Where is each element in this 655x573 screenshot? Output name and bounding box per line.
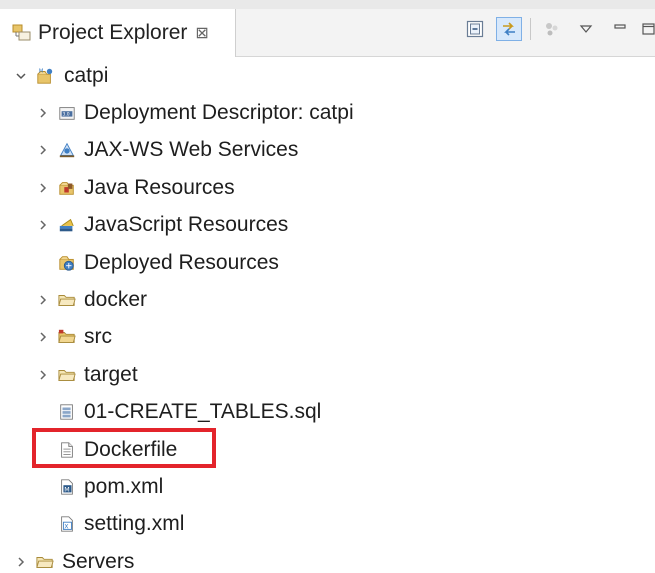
maven-pom-icon: M — [58, 478, 76, 496]
chevron-right-icon[interactable] — [36, 143, 50, 157]
javascript-resources-icon — [58, 216, 76, 234]
chevron-right-icon[interactable] — [36, 293, 50, 307]
java-resources-icon — [58, 179, 76, 197]
chevron-right-icon[interactable] — [36, 218, 50, 232]
toolbar-separator — [530, 18, 531, 40]
sql-file-icon — [58, 403, 76, 421]
deployed-resources-icon — [58, 254, 76, 272]
view-menu-icon[interactable] — [573, 17, 599, 41]
view-toolbar — [462, 9, 655, 49]
folder-icon — [58, 366, 76, 384]
tree-item-dockerfile[interactable]: Dockerfile — [0, 431, 655, 468]
minimize-icon[interactable] — [607, 17, 633, 41]
tree-item-label: src — [84, 325, 112, 349]
chevron-right-icon[interactable] — [36, 106, 50, 120]
tree-item-src[interactable]: src — [0, 319, 655, 356]
tab-project-explorer[interactable]: Project Explorer ⊠ — [0, 9, 236, 57]
tree-item-docker[interactable]: docker — [0, 281, 655, 318]
tree-item-create-tables-sql[interactable]: 01-CREATE_TABLES.sql — [0, 394, 655, 431]
chevron-down-icon[interactable] — [14, 69, 28, 83]
tree-item-setting-xml[interactable]: X setting.xml — [0, 506, 655, 543]
svg-text:M: M — [64, 486, 69, 493]
tree-item-label: Deployed Resources — [84, 250, 279, 274]
deployment-descriptor-icon: 3.0 — [58, 104, 76, 122]
web-project-icon: M — [36, 67, 54, 85]
source-folder-icon — [58, 328, 76, 346]
tree-item-catpi[interactable]: M catpi — [0, 57, 655, 94]
link-with-editor-icon[interactable] — [496, 17, 522, 41]
chevron-right-icon[interactable] — [36, 330, 50, 344]
tree-item-label: 01-CREATE_TABLES.sql — [84, 400, 322, 424]
chevron-right-icon[interactable] — [14, 555, 28, 569]
project-explorer-icon — [12, 23, 32, 43]
tree-item-java-resources[interactable]: Java Resources — [0, 169, 655, 206]
tree-item-target[interactable]: target — [0, 356, 655, 393]
tree-item-label: target — [84, 362, 138, 386]
tree-item-pom-xml[interactable]: M pom.xml — [0, 468, 655, 505]
tree-item-servers[interactable]: Servers — [0, 543, 655, 573]
tree-item-javascript-resources[interactable]: JavaScript Resources — [0, 207, 655, 244]
tree-item-label: docker — [84, 288, 148, 312]
chevron-right-icon[interactable] — [36, 181, 50, 195]
tree-item-deployment-descriptor[interactable]: 3.0 Deployment Descriptor: catpi — [0, 94, 655, 131]
tree-item-jax-ws[interactable]: JAX-WS Web Services — [0, 132, 655, 169]
tree-item-deployed-resources[interactable]: Deployed Resources — [0, 244, 655, 281]
text-file-icon — [58, 441, 76, 459]
folder-icon — [58, 291, 76, 309]
view-title: Project Explorer — [38, 21, 188, 44]
focus-icon[interactable] — [539, 17, 565, 41]
tree-item-label: Dockerfile — [84, 437, 178, 461]
tree-item-label: setting.xml — [84, 512, 185, 536]
svg-text:3.0: 3.0 — [63, 112, 70, 118]
tree-item-label: Deployment Descriptor: catpi — [84, 101, 354, 125]
xml-file-icon: X — [58, 515, 76, 533]
web-services-icon — [58, 141, 76, 159]
project-explorer-view: Project Explorer ⊠ M catpi 3.0 Deploymen… — [0, 0, 655, 573]
tree-item-label: catpi — [64, 63, 109, 87]
tree-item-label: pom.xml — [84, 474, 164, 498]
maximize-icon[interactable] — [641, 17, 655, 41]
folder-icon — [36, 553, 54, 571]
tree-item-label: Java Resources — [84, 175, 235, 199]
svg-text:M: M — [39, 68, 44, 74]
svg-text:X: X — [64, 524, 69, 531]
tree-item-label: JAX-WS Web Services — [84, 138, 299, 162]
close-icon[interactable]: ⊠ — [195, 23, 208, 43]
tree-item-label: Servers — [62, 549, 135, 573]
chevron-right-icon[interactable] — [36, 368, 50, 382]
tree-item-label: JavaScript Resources — [84, 213, 289, 237]
project-tree: M catpi 3.0 Deployment Descriptor: catpi — [0, 57, 655, 573]
collapse-all-icon[interactable] — [462, 17, 488, 41]
